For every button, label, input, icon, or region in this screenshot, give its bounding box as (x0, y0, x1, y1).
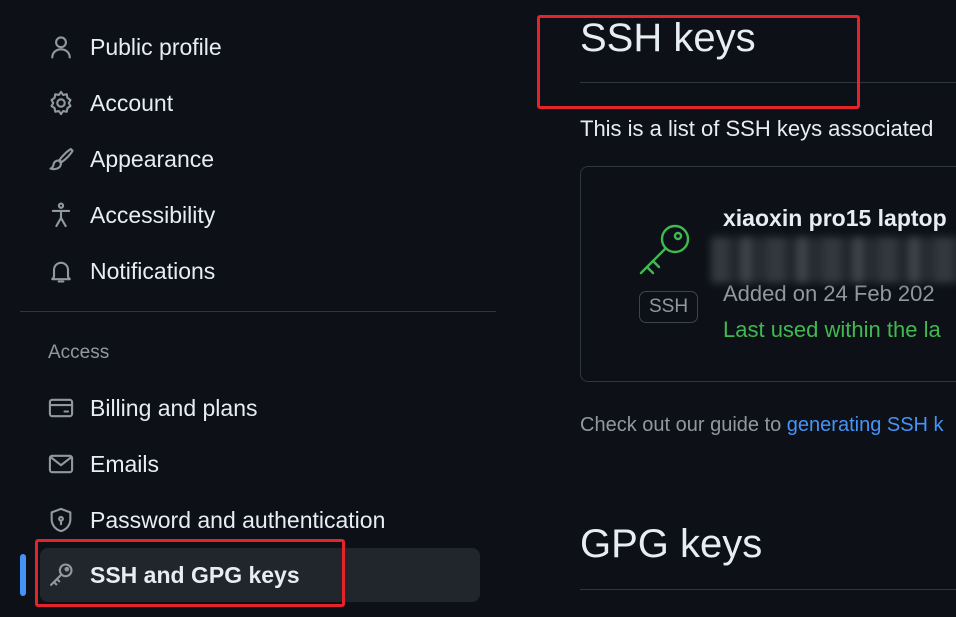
highlight-box-sidebar (35, 539, 345, 607)
redacted-fingerprint (711, 237, 956, 283)
gpg-heading-divider (580, 589, 956, 590)
person-icon (46, 32, 76, 62)
sidebar-item-label: Accessibility (90, 201, 216, 228)
sidebar-group-access: Access (48, 342, 110, 363)
sidebar-item-accessibility[interactable]: Accessibility (40, 191, 480, 239)
sidebar-item-appearance[interactable]: Appearance (40, 135, 480, 183)
ssh-key-added-date: Added on 24 Feb 202 (723, 281, 935, 306)
sidebar-item-notifications[interactable]: Notifications (40, 247, 480, 295)
credit-card-icon (46, 393, 76, 423)
ssh-key-title: xiaoxin pro15 laptop (723, 205, 947, 231)
shield-lock-icon (46, 505, 76, 535)
gpg-keys-heading: GPG keys (580, 522, 763, 566)
bell-icon (46, 256, 76, 286)
mail-icon (46, 449, 76, 479)
paintbrush-icon (46, 144, 76, 174)
guide-prefix: Check out our guide to (580, 414, 787, 436)
ssh-badge: SSH (639, 291, 699, 323)
sidebar-item-password-authentication[interactable]: Password and authentication (40, 496, 480, 544)
guide-text: Check out our guide to generating SSH k (580, 414, 944, 437)
sidebar-item-label: Password and authentication (90, 506, 386, 533)
sidebar-item-label: Appearance (90, 145, 215, 172)
sidebar-divider (20, 311, 496, 312)
generating-ssh-keys-link[interactable]: generating SSH k (787, 414, 944, 436)
ssh-key-last-used: Last used within the la (723, 317, 941, 342)
sidebar-item-emails[interactable]: Emails (40, 440, 480, 488)
sidebar-item-billing[interactable]: Billing and plans (40, 384, 480, 432)
accessibility-icon (46, 200, 76, 230)
active-indicator (20, 554, 26, 596)
ssh-description: This is a list of SSH keys associated (580, 116, 934, 141)
gear-icon (46, 88, 76, 118)
sidebar-item-label: Account (90, 89, 174, 116)
sidebar-item-account[interactable]: Account (40, 79, 480, 127)
settings-sidebar: Public profile Account Appearance Access… (0, 0, 500, 617)
sidebar-item-label: Notifications (90, 257, 216, 284)
sidebar-item-label: Billing and plans (90, 394, 258, 421)
ssh-key-card: SSH xiaoxin pro15 laptop Added on 24 Feb… (580, 166, 956, 382)
sidebar-item-label: Public profile (90, 33, 222, 60)
sidebar-item-label: Emails (90, 450, 160, 477)
key-icon (633, 219, 697, 283)
sidebar-item-public-profile[interactable]: Public profile (40, 23, 480, 71)
highlight-box-heading (537, 15, 860, 109)
